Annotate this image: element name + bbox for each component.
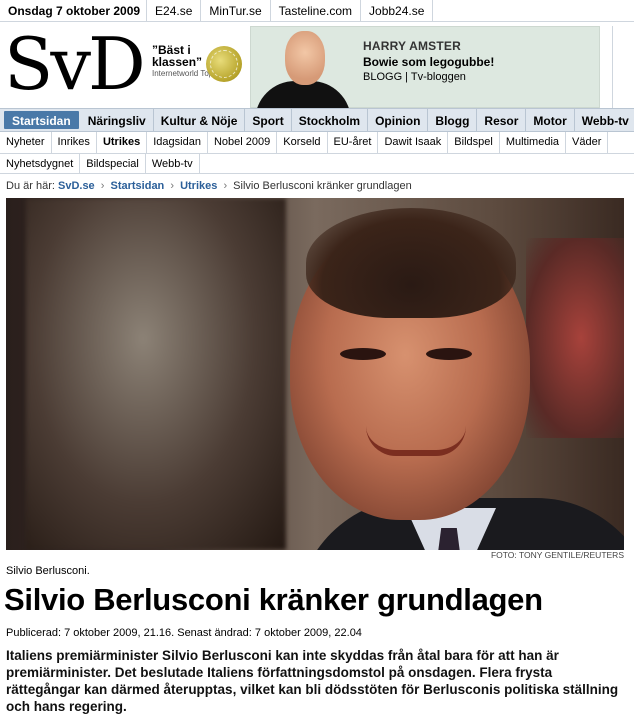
promo-portrait [251,27,351,109]
sub-navigation: Nyheter Inrikes Utrikes Idagsidan Nobel … [0,132,634,154]
nav-startsidan[interactable]: Startsidan [4,111,79,129]
article-meta: Publicerad: 7 oktober 2009, 21.16. Senas… [6,627,362,639]
nav-stockholm[interactable]: Stockholm [292,109,369,131]
article-title: Silvio Berlusconi kränker grundlagen [4,582,543,617]
nav-naringsliv[interactable]: Näringsliv [81,109,154,131]
breadcrumb-prefix: Du är här: [6,180,55,192]
promo-name[interactable]: HARRY AMSTER [363,39,461,53]
subnav-eu-aret[interactable]: EU-året [328,132,379,153]
subnav-dawit-isaak[interactable]: Dawit Isaak [378,132,449,153]
nav-kultur-noje[interactable]: Kultur & Nöje [154,109,246,131]
breadcrumb: Du är här: SvD.se › Startsidan › Utrikes… [6,180,412,192]
site-link-tasteline[interactable]: Tasteline.com [271,0,362,21]
breadcrumb-utrikes[interactable]: Utrikes [180,180,217,192]
award-quote: ”Bäst i klassen” [152,43,203,69]
subnav-inrikes[interactable]: Inrikes [52,132,97,153]
nav-motor[interactable]: Motor [526,109,575,131]
subnav-webb-tv[interactable]: Webb-tv [146,154,200,173]
current-date: Onsdag 7 oktober 2009 [0,0,148,21]
breadcrumb-separator: › [223,180,228,192]
site-link-jobb24[interactable]: Jobb24.se [361,0,434,21]
subnav-multimedia[interactable]: Multimedia [500,132,567,153]
breadcrumb-svd[interactable]: SvD.se [58,180,95,192]
site-link-mintur[interactable]: MinTur.se [201,0,271,21]
nav-resor[interactable]: Resor [477,109,527,131]
svd-logo[interactable]: SvD [4,26,146,102]
breadcrumb-separator: › [170,180,175,192]
nav-opinion[interactable]: Opinion [368,109,429,131]
top-bar: Onsdag 7 oktober 2009 E24.se MinTur.se T… [0,0,634,22]
breadcrumb-separator: › [100,180,105,192]
sub-navigation-row2: Nyhetsdygnet Bildspecial Webb-tv [0,154,634,174]
photo-caption: Silvio Berlusconi. [6,565,90,577]
article-lead: Italiens premiärminister Silvio Berlusco… [6,648,619,714]
subnav-nobel-2009[interactable]: Nobel 2009 [208,132,278,153]
nav-blogg[interactable]: Blogg [428,109,478,131]
breadcrumb-current: Silvio Berlusconi kränker grundlagen [233,180,412,192]
article-photo[interactable] [6,198,624,550]
blog-promo[interactable]: HARRY AMSTER Bowie som legogubbe! BLOGG … [250,26,600,109]
main-navigation: Startsidan Näringsliv Kultur & Nöje Spor… [0,108,634,132]
subnav-utrikes[interactable]: Utrikes [97,132,148,153]
award-badge-icon [206,46,242,82]
subnav-nyheter[interactable]: Nyheter [0,132,52,153]
promo-links[interactable]: BLOGG | Tv-bloggen [363,71,466,83]
site-link-e24[interactable]: E24.se [147,0,202,21]
subnav-bildspel[interactable]: Bildspel [448,132,500,153]
subnav-nyhetsdygnet[interactable]: Nyhetsdygnet [0,154,81,173]
site-header: SvD ”Bäst i klassen” Internetworld Topp … [0,22,634,109]
breadcrumb-startsidan[interactable]: Startsidan [110,180,164,192]
subnav-bildspecial[interactable]: Bildspecial [80,154,146,173]
photo-credit: FOTO: TONY GENTILE/REUTERS [490,550,624,560]
promo-headline[interactable]: Bowie som legogubbe! [363,55,494,69]
subnav-vader[interactable]: Väder [566,132,609,153]
subnav-korseld[interactable]: Korseld [277,132,328,153]
nav-sport[interactable]: Sport [245,109,292,131]
subnav-idagsidan[interactable]: Idagsidan [147,132,208,153]
nav-webb-tv[interactable]: Webb-tv [575,109,634,131]
right-edge-fragment [612,26,634,108]
